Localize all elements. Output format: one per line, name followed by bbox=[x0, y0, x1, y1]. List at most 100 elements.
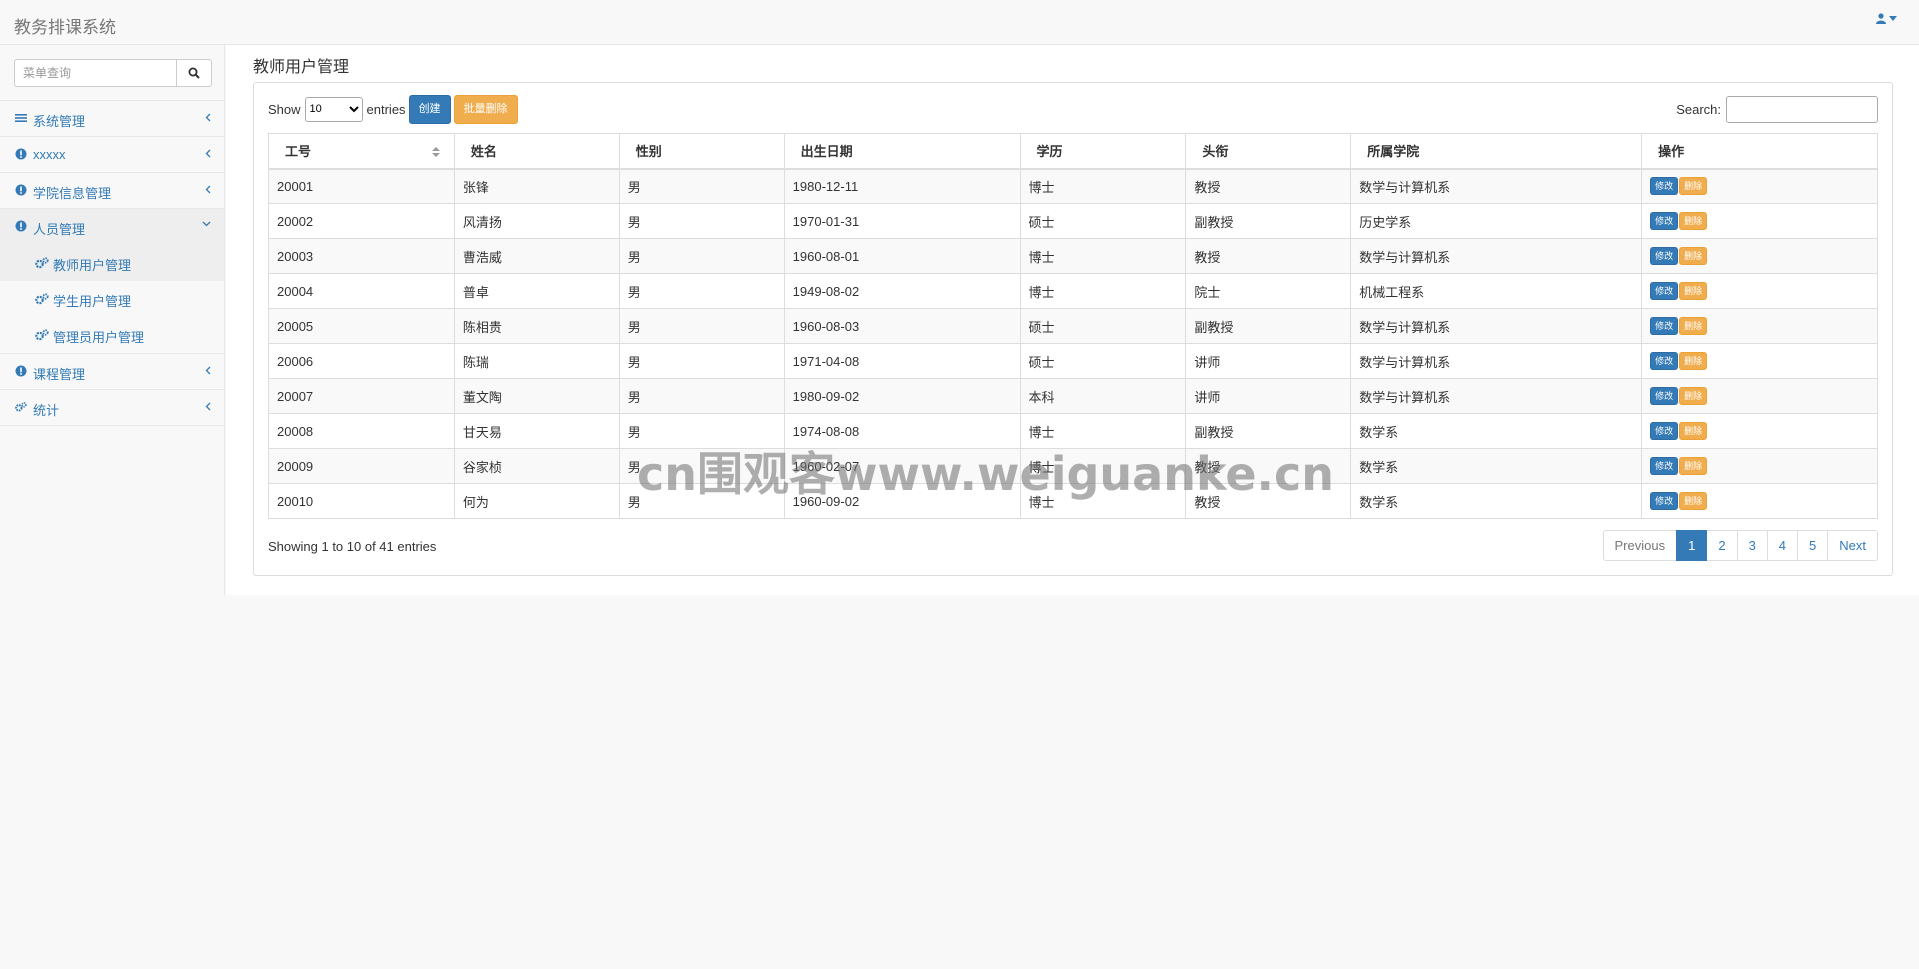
edit-button[interactable]: 修改 bbox=[1650, 352, 1679, 370]
delete-button[interactable]: 删除 bbox=[1679, 422, 1708, 440]
cell-title: 教授 bbox=[1185, 448, 1352, 484]
sidebar-item-label: 统计 bbox=[33, 403, 60, 418]
edit-button[interactable]: 修改 bbox=[1650, 457, 1679, 475]
create-button[interactable]: 创建 bbox=[408, 94, 451, 124]
delete-button[interactable]: 删除 bbox=[1679, 177, 1708, 196]
table-header-row: 工号 姓名 性别 出生日期 学历 头衔 所属学院 操作 bbox=[268, 133, 1878, 170]
pagination-page[interactable]: 3 bbox=[1736, 530, 1768, 561]
cell-title: 教授 bbox=[1185, 483, 1352, 519]
column-header-gender[interactable]: 性别 bbox=[618, 133, 785, 170]
edit-button[interactable]: 修改 bbox=[1650, 247, 1679, 265]
delete-button[interactable]: 删除 bbox=[1679, 387, 1708, 405]
cell-name: 甘天易 bbox=[453, 413, 620, 449]
info-circle-icon bbox=[15, 148, 27, 160]
cell-birthdate: 1980-09-02 bbox=[783, 378, 1021, 414]
edit-button[interactable]: 修改 bbox=[1650, 212, 1679, 230]
page-size-select[interactable]: 10 bbox=[304, 96, 363, 122]
edit-button[interactable]: 修改 bbox=[1650, 317, 1679, 335]
cell-college: 历史学系 bbox=[1350, 203, 1643, 239]
pagination-page[interactable]: 5 bbox=[1797, 530, 1829, 561]
column-header-id[interactable]: 工号 bbox=[268, 133, 455, 170]
sidebar-item-label: 课程管理 bbox=[33, 367, 86, 382]
edit-button[interactable]: 修改 bbox=[1650, 387, 1679, 405]
sidebar-item-statistics[interactable]: 统计 bbox=[0, 390, 224, 426]
sidebar-item-course[interactable]: 课程管理 bbox=[0, 354, 224, 390]
sidebar-item-system[interactable]: 系统管理 bbox=[0, 101, 224, 137]
pagination-page[interactable]: 1 bbox=[1676, 530, 1708, 561]
pagination-next[interactable]: Next bbox=[1827, 530, 1878, 561]
menu-search bbox=[0, 45, 224, 101]
delete-button[interactable]: 删除 bbox=[1679, 212, 1708, 230]
cell-education: 博士 bbox=[1019, 238, 1187, 274]
column-header-name[interactable]: 姓名 bbox=[453, 133, 620, 170]
edit-button[interactable]: 修改 bbox=[1650, 177, 1679, 196]
menu-search-input[interactable] bbox=[14, 59, 177, 87]
sidebar-item-personnel[interactable]: 人员管理 bbox=[0, 209, 224, 245]
cell-id: 20001 bbox=[268, 168, 455, 204]
page-title: 教师用户管理 bbox=[253, 59, 350, 76]
cell-name: 陈相贵 bbox=[453, 308, 620, 344]
delete-button[interactable]: 删除 bbox=[1679, 457, 1708, 475]
delete-button[interactable]: 删除 bbox=[1679, 282, 1708, 300]
delete-button[interactable]: 删除 bbox=[1679, 492, 1708, 510]
cell-college: 数学系 bbox=[1350, 483, 1643, 519]
pagination-page[interactable]: 2 bbox=[1706, 530, 1738, 561]
table-body: 20001 张锋男 1980-12-11 博士 教授 数学与计算机系 修改 删除 20002 风清… bbox=[268, 168, 1878, 519]
table-row: 20004 普卓男 1949-08-02 博士 院士 机械工程系 修改 删除 bbox=[268, 273, 1878, 309]
sidebar-subitem-teacher-users[interactable]: 教师用户管理 bbox=[0, 245, 224, 281]
menu-search-button[interactable] bbox=[176, 59, 212, 87]
column-header-birthdate[interactable]: 出生日期 bbox=[783, 133, 1021, 170]
column-header-education[interactable]: 学历 bbox=[1019, 133, 1187, 170]
user-icon bbox=[1876, 13, 1886, 24]
entries-label: entries bbox=[366, 101, 406, 117]
cell-name: 风清扬 bbox=[453, 203, 620, 239]
table-row: 20001 张锋男 1980-12-11 博士 教授 数学与计算机系 修改 删除 bbox=[268, 168, 1878, 204]
table-search-input[interactable] bbox=[1726, 96, 1878, 123]
edit-button[interactable]: 修改 bbox=[1650, 492, 1679, 510]
cell-title: 讲师 bbox=[1185, 378, 1352, 414]
cell-actions: 修改 删除 bbox=[1641, 273, 1878, 309]
cell-actions: 修改 删除 bbox=[1641, 413, 1878, 449]
sidebar-item-label: 人员管理 bbox=[33, 222, 86, 237]
user-menu[interactable] bbox=[1876, 13, 1897, 24]
pagination-page[interactable]: 4 bbox=[1766, 530, 1799, 561]
table-row: 20006 陈瑞男 1971-04-08 硕士 讲师 数学与计算机系 修改 删除 bbox=[268, 343, 1878, 379]
cell-title: 院士 bbox=[1185, 273, 1352, 309]
sidebar-subitem-admin-users[interactable]: 管理员用户管理 bbox=[0, 317, 224, 353]
cell-actions: 修改 删除 bbox=[1641, 483, 1878, 519]
app-brand[interactable]: 教务排课系统 bbox=[14, 13, 116, 38]
chevron-left-icon bbox=[205, 113, 211, 122]
column-header-college[interactable]: 所属学院 bbox=[1350, 133, 1643, 170]
cogs-icon bbox=[15, 402, 27, 412]
delete-button[interactable]: 删除 bbox=[1679, 247, 1708, 265]
cell-id: 20007 bbox=[268, 378, 455, 414]
cell-name: 陈瑞 bbox=[453, 343, 620, 379]
delete-button[interactable]: 删除 bbox=[1679, 352, 1708, 370]
sidebar-item-xxxxx[interactable]: xxxxx bbox=[0, 137, 224, 173]
cogs-icon bbox=[35, 257, 49, 269]
cell-actions: 修改 删除 bbox=[1641, 168, 1878, 204]
column-header-title[interactable]: 头衔 bbox=[1185, 133, 1352, 170]
teacher-table: 工号 姓名 性别 出生日期 学历 头衔 所属学院 操作 20001 张锋男 1980… bbox=[268, 133, 1878, 519]
cell-id: 20003 bbox=[268, 238, 455, 274]
edit-button[interactable]: 修改 bbox=[1650, 282, 1679, 300]
cell-actions: 修改 删除 bbox=[1641, 238, 1878, 274]
cell-education: 博士 bbox=[1019, 448, 1187, 484]
sidebar-subitem-student-users[interactable]: 学生用户管理 bbox=[0, 281, 224, 317]
sort-icon bbox=[431, 147, 440, 157]
cell-college: 数学与计算机系 bbox=[1350, 343, 1643, 379]
batch-delete-button[interactable]: 批量删除 bbox=[453, 94, 518, 124]
sidebar-subitem-label: 学生用户管理 bbox=[53, 294, 132, 309]
cell-college: 数学与计算机系 bbox=[1350, 168, 1643, 204]
cell-gender: 男 bbox=[618, 273, 785, 309]
personnel-submenu-rest: 学生用户管理 管理员用户管理 bbox=[0, 281, 224, 354]
cell-title: 副教授 bbox=[1185, 413, 1352, 449]
delete-button[interactable]: 删除 bbox=[1679, 317, 1708, 335]
cell-actions: 修改 删除 bbox=[1641, 343, 1878, 379]
pagination-previous[interactable]: Previous bbox=[1602, 530, 1678, 561]
cell-title: 教授 bbox=[1185, 238, 1352, 274]
sidebar-item-college-info[interactable]: 学院信息管理 bbox=[0, 173, 224, 209]
cell-college: 机械工程系 bbox=[1350, 273, 1643, 309]
edit-button[interactable]: 修改 bbox=[1650, 422, 1679, 440]
search-label: Search: bbox=[1676, 102, 1721, 117]
